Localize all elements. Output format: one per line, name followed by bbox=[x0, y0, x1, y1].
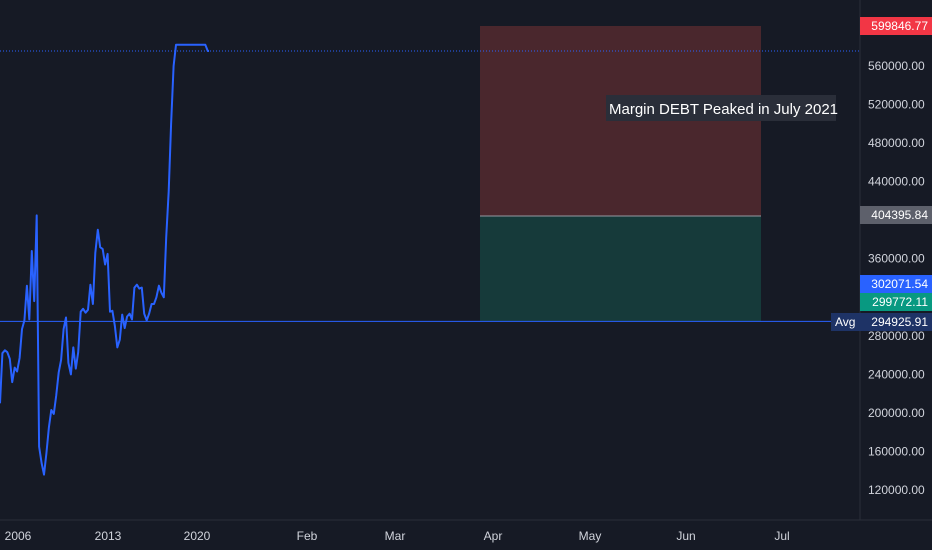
chart: Margin DEBT Peaked in July 2021 120000.0… bbox=[0, 0, 932, 550]
y-tick-label: 240000.00 bbox=[868, 367, 925, 381]
y-tick-label: 440000.00 bbox=[868, 175, 925, 189]
annotation[interactable]: Margin DEBT Peaked in July 2021 bbox=[606, 95, 838, 121]
price-badge-text: 599846.77 bbox=[871, 19, 928, 33]
x-tick-label: 2020 bbox=[184, 529, 211, 543]
price-badge-text: 294925.91 bbox=[871, 315, 928, 329]
x-tick-label: Feb bbox=[297, 529, 318, 543]
y-tick-label: 360000.00 bbox=[868, 252, 925, 266]
y-tick-label: 520000.00 bbox=[868, 98, 925, 112]
y-tick-label: 160000.00 bbox=[868, 444, 925, 458]
annotation-text: Margin DEBT Peaked in July 2021 bbox=[609, 101, 838, 118]
x-tick-label: May bbox=[579, 529, 602, 543]
x-tick-label: Apr bbox=[484, 529, 503, 543]
price-badge-text: 299772.11 bbox=[872, 295, 928, 309]
x-tick-label: 2013 bbox=[95, 529, 122, 543]
x-tick-label: Mar bbox=[385, 529, 406, 543]
price-badge-text: 404395.84 bbox=[871, 208, 928, 222]
x-tick-label: Jul bbox=[774, 529, 789, 543]
x-tick-label: Jun bbox=[676, 529, 695, 543]
y-tick-label: 120000.00 bbox=[868, 483, 925, 497]
y-tick-label: 480000.00 bbox=[868, 136, 925, 150]
y-tick-label: 560000.00 bbox=[868, 59, 925, 73]
y-tick-label: 200000.00 bbox=[868, 406, 925, 420]
profit-zone-lower[interactable] bbox=[480, 215, 761, 322]
chart-background bbox=[0, 0, 932, 550]
x-tick-label: 2006 bbox=[5, 529, 32, 543]
price-badge-prefix: Avg bbox=[835, 315, 855, 329]
price-badge-text: 302071.54 bbox=[871, 277, 928, 291]
